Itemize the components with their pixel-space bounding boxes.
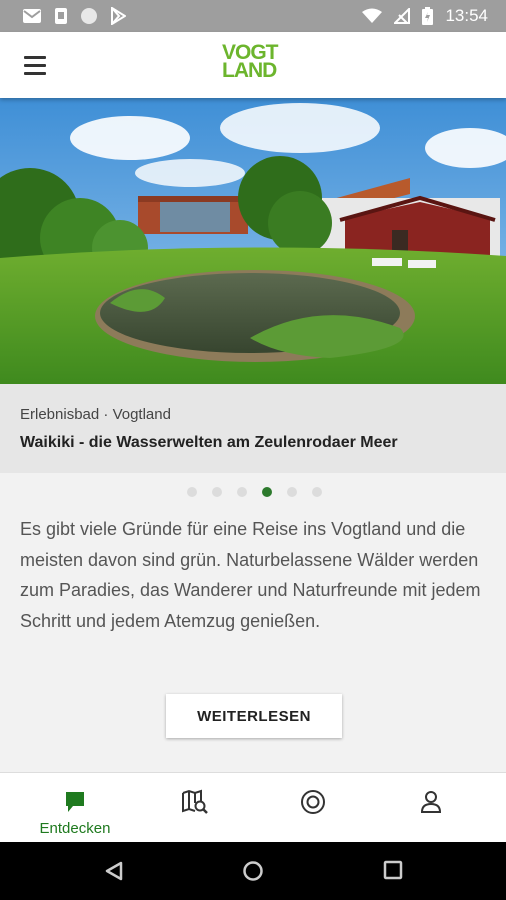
logo-line-2: LAND [222, 59, 277, 82]
meta-separator: · [103, 406, 109, 423]
play-store-icon [111, 7, 126, 25]
target-icon [301, 790, 325, 814]
slide-region: Vogtland [112, 406, 171, 423]
intro-text: Es gibt viele Gründe für eine Reise ins … [20, 519, 481, 631]
system-nav-bar [0, 842, 506, 900]
carousel-dot[interactable] [286, 487, 297, 497]
vogtland-logo[interactable]: VOGT LAND [222, 42, 286, 82]
hamburger-menu-icon[interactable] [16, 50, 54, 80]
nav-item-entdecken[interactable]: Entdecken [12, 773, 138, 843]
home-icon[interactable] [242, 860, 264, 882]
profile-icon [420, 791, 442, 813]
recents-icon[interactable] [383, 860, 403, 880]
slide-title: Waikiki - die Wasserwelten am Zeulenroda… [20, 434, 398, 451]
carousel-dot[interactable] [311, 487, 322, 497]
carousel-dot[interactable] [186, 487, 197, 497]
wifi-icon [362, 8, 383, 23]
nav-item-profile[interactable] [368, 773, 494, 843]
back-icon[interactable] [103, 860, 125, 882]
gmail-icon [23, 9, 41, 23]
carousel-dot[interactable] [211, 487, 222, 497]
nav-item-target[interactable] [250, 773, 376, 843]
bottom-nav: Entdecken [0, 772, 506, 842]
carousel-indicator [0, 487, 506, 497]
read-more-button[interactable]: WEITERLESEN [166, 694, 342, 738]
status-bar: 13:54 [0, 0, 506, 32]
chat-bubble-icon [66, 792, 84, 812]
slide-meta: Erlebnisbad · Vogtland [20, 406, 171, 423]
carousel-dot-active[interactable] [261, 487, 272, 497]
slide-category: Erlebnisbad [20, 406, 100, 423]
circle-icon [81, 8, 97, 24]
map-search-icon [182, 789, 208, 814]
app-bar: VOGT LAND [0, 32, 506, 98]
no-signal-icon [394, 8, 411, 24]
status-time: 13:54 [445, 6, 488, 25]
nav-item-map[interactable] [132, 773, 258, 843]
phone-icon [55, 8, 67, 24]
carousel-dot[interactable] [236, 487, 247, 497]
battery-icon [422, 7, 434, 25]
slide-caption[interactable]: Erlebnisbad · Vogtland Waikiki - die Was… [0, 384, 506, 473]
nav-label-entdecken: Entdecken [39, 820, 111, 837]
hero-image[interactable] [0, 98, 506, 384]
